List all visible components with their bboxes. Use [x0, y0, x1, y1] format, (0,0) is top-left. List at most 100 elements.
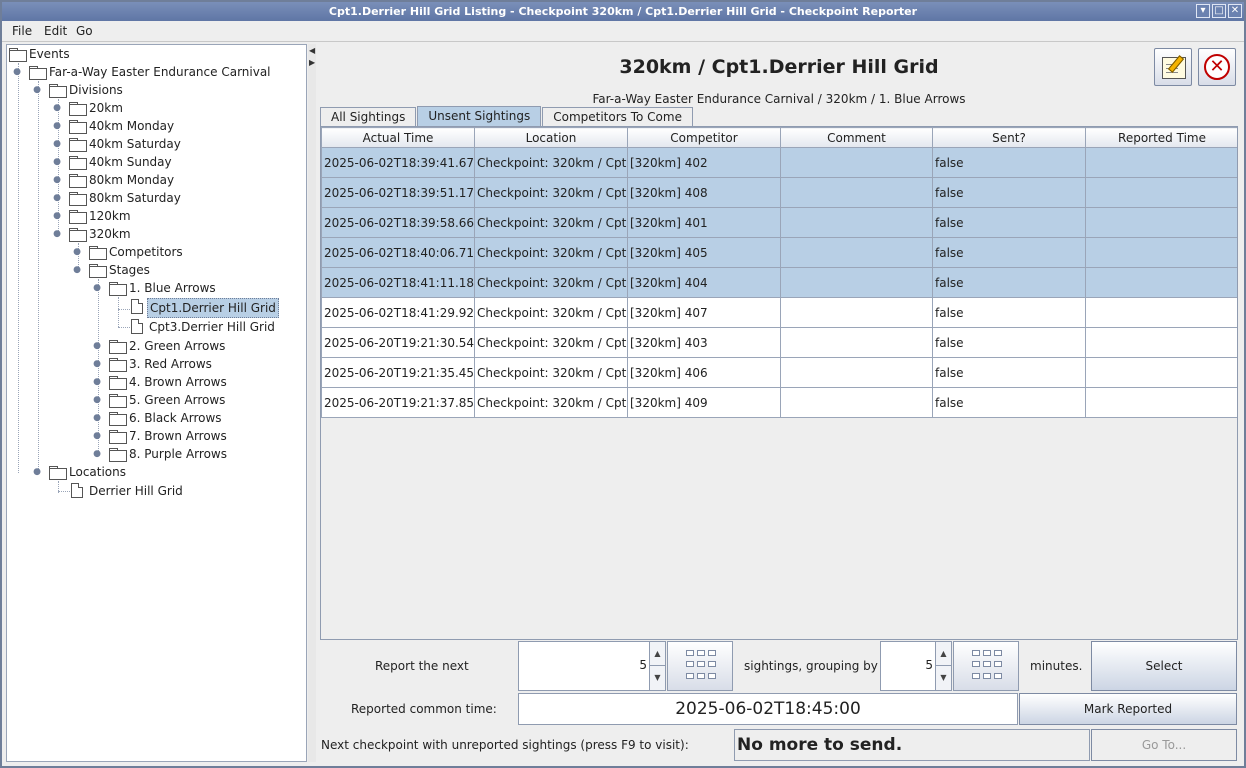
cell-actual-time[interactable]: 2025-06-20T19:21:30.54...: [321, 327, 475, 358]
cell-comment[interactable]: [780, 387, 933, 418]
table-row[interactable]: 2025-06-02T18:39:41.67... Checkpoint: 320…: [321, 147, 1237, 178]
cell-competitor[interactable]: [320km] 406: [627, 357, 781, 388]
sightings-table[interactable]: Actual Time Location Competitor Comment …: [320, 126, 1238, 640]
cell-sent[interactable]: false: [932, 237, 1086, 268]
tab-all-sightings[interactable]: All Sightings: [320, 107, 417, 126]
goto-button[interactable]: Go To...: [1091, 729, 1237, 761]
cell-sent[interactable]: false: [932, 147, 1086, 178]
cell-actual-time[interactable]: 2025-06-02T18:41:29.92...: [321, 297, 475, 328]
table-row[interactable]: 2025-06-02T18:40:06.71... Checkpoint: 320…: [321, 237, 1237, 268]
cell-actual-time[interactable]: 2025-06-02T18:41:11.18...: [321, 267, 475, 298]
minimize-button[interactable]: ▾: [1196, 4, 1210, 18]
cell-location[interactable]: Checkpoint: 320km / Cpt1...: [474, 147, 628, 178]
cell-competitor[interactable]: [320km] 409: [627, 387, 781, 418]
cell-reported-time[interactable]: [1085, 147, 1237, 178]
menu-file[interactable]: File: [12, 24, 32, 38]
cell-sent[interactable]: false: [932, 357, 1086, 388]
cell-comment[interactable]: [780, 267, 933, 298]
column-header[interactable]: Reported Time: [1085, 127, 1237, 148]
cell-reported-time[interactable]: [1085, 357, 1237, 388]
cell-comment[interactable]: [780, 327, 933, 358]
next-checkpoint-status: No more to send.: [734, 729, 1090, 761]
cell-sent[interactable]: false: [932, 387, 1086, 418]
cell-actual-time[interactable]: 2025-06-02T18:39:51.17...: [321, 177, 475, 208]
select-button[interactable]: Select: [1091, 641, 1237, 691]
column-header[interactable]: Comment: [780, 127, 933, 148]
maximize-button[interactable]: □: [1212, 4, 1226, 18]
cell-actual-time[interactable]: 2025-06-20T19:21:35.45...: [321, 357, 475, 388]
cell-sent[interactable]: false: [932, 297, 1086, 328]
cell-reported-time[interactable]: [1085, 387, 1237, 418]
cell-comment[interactable]: [780, 237, 933, 268]
event-tree[interactable]: Events ● Far-a-Way Easter Endurance Carn…: [6, 44, 307, 762]
keypad-button[interactable]: [667, 641, 733, 691]
window-close-button[interactable]: ✕: [1228, 4, 1242, 18]
spinner-up-icon[interactable]: ▲: [936, 642, 951, 666]
cell-competitor[interactable]: [320km] 404: [627, 267, 781, 298]
cell-competitor[interactable]: [320km] 405: [627, 237, 781, 268]
cell-comment[interactable]: [780, 357, 933, 388]
cell-location[interactable]: Checkpoint: 320km / Cpt1...: [474, 207, 628, 238]
cell-location[interactable]: Checkpoint: 320km / Cpt1...: [474, 237, 628, 268]
cell-actual-time[interactable]: 2025-06-20T19:21:37.85...: [321, 387, 475, 418]
table-row[interactable]: 2025-06-20T19:21:37.85... Checkpoint: 320…: [321, 387, 1237, 418]
column-header[interactable]: Sent?: [932, 127, 1086, 148]
grouping-minutes-spinner[interactable]: 5 ▲ ▼: [880, 641, 952, 691]
table-row[interactable]: 2025-06-02T18:41:29.92... Checkpoint: 320…: [321, 297, 1237, 328]
cell-location[interactable]: Checkpoint: 320km / Cpt1...: [474, 387, 628, 418]
cell-competitor[interactable]: [320km] 401: [627, 207, 781, 238]
common-time-field[interactable]: 2025-06-02T18:45:00: [518, 693, 1018, 725]
cell-reported-time[interactable]: [1085, 267, 1237, 298]
column-header[interactable]: Location: [474, 127, 628, 148]
cell-reported-time[interactable]: [1085, 207, 1237, 238]
close-button[interactable]: ✕: [1198, 48, 1236, 86]
tab-competitors-to-come[interactable]: Competitors To Come: [542, 107, 693, 126]
cell-reported-time[interactable]: [1085, 327, 1237, 358]
table-row[interactable]: 2025-06-20T19:21:30.54... Checkpoint: 320…: [321, 327, 1237, 358]
spinner-up-icon[interactable]: ▲: [650, 642, 665, 666]
cell-actual-time[interactable]: 2025-06-02T18:39:41.67...: [321, 147, 475, 178]
cell-comment[interactable]: [780, 177, 933, 208]
cell-competitor[interactable]: [320km] 402: [627, 147, 781, 178]
cell-location[interactable]: Checkpoint: 320km / Cpt1...: [474, 297, 628, 328]
menu-go[interactable]: Go: [76, 24, 93, 38]
keypad-icon: [972, 650, 1002, 682]
cell-sent[interactable]: false: [932, 327, 1086, 358]
cell-reported-time[interactable]: [1085, 177, 1237, 208]
column-header[interactable]: Actual Time: [321, 127, 475, 148]
cell-actual-time[interactable]: 2025-06-02T18:40:06.71...: [321, 237, 475, 268]
app-window: Cpt1.Derrier Hill Grid Listing - Checkpo…: [0, 0, 1246, 768]
cell-sent[interactable]: false: [932, 177, 1086, 208]
spinner-down-icon[interactable]: ▼: [650, 666, 665, 690]
file-icon: [71, 483, 83, 498]
table-row[interactable]: 2025-06-20T19:21:35.45... Checkpoint: 320…: [321, 357, 1237, 388]
split-pane-divider[interactable]: ◀ ▶: [308, 44, 316, 762]
column-header[interactable]: Competitor: [627, 127, 781, 148]
cell-comment[interactable]: [780, 147, 933, 178]
mark-reported-button[interactable]: Mark Reported: [1019, 693, 1237, 725]
cell-competitor[interactable]: [320km] 403: [627, 327, 781, 358]
cell-location[interactable]: Checkpoint: 320km / Cpt1...: [474, 357, 628, 388]
cell-location[interactable]: Checkpoint: 320km / Cpt1...: [474, 267, 628, 298]
cell-actual-time[interactable]: 2025-06-02T18:39:58.66...: [321, 207, 475, 238]
table-row[interactable]: 2025-06-02T18:41:11.18... Checkpoint: 320…: [321, 267, 1237, 298]
cell-location[interactable]: Checkpoint: 320km / Cpt1...: [474, 177, 628, 208]
menu-edit[interactable]: Edit: [44, 24, 67, 38]
cell-reported-time[interactable]: [1085, 237, 1237, 268]
tab-unsent-sightings[interactable]: Unsent Sightings: [417, 106, 542, 126]
checkpoint-panel: 320km / Cpt1.Derrier Hill Grid Far-a-Way…: [316, 44, 1244, 764]
cell-comment[interactable]: [780, 207, 933, 238]
table-row[interactable]: 2025-06-02T18:39:58.66... Checkpoint: 320…: [321, 207, 1237, 238]
cell-sent[interactable]: false: [932, 267, 1086, 298]
cell-competitor[interactable]: [320km] 407: [627, 297, 781, 328]
keypad-button[interactable]: [953, 641, 1019, 691]
cell-competitor[interactable]: [320km] 408: [627, 177, 781, 208]
cell-comment[interactable]: [780, 297, 933, 328]
cell-reported-time[interactable]: [1085, 297, 1237, 328]
spinner-down-icon[interactable]: ▼: [936, 666, 951, 690]
cell-sent[interactable]: false: [932, 207, 1086, 238]
cell-location[interactable]: Checkpoint: 320km / Cpt1...: [474, 327, 628, 358]
edit-button[interactable]: [1154, 48, 1192, 86]
table-row[interactable]: 2025-06-02T18:39:51.17... Checkpoint: 320…: [321, 177, 1237, 208]
sightings-count-spinner[interactable]: 5 ▲ ▼: [518, 641, 666, 691]
